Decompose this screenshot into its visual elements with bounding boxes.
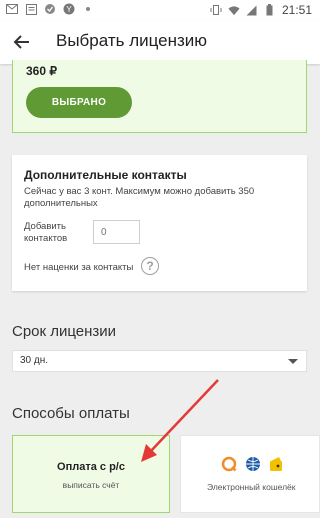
- mail-icon: [6, 3, 18, 15]
- term-select-value: 30 дн.: [20, 355, 49, 366]
- license-price: 360 ₽: [26, 64, 57, 78]
- yandex-icon: Y: [63, 3, 75, 15]
- app-icon: [44, 3, 56, 15]
- webmoney-icon: [245, 456, 261, 477]
- news-icon: [25, 3, 37, 15]
- term-heading: Срок лицензии: [12, 323, 117, 340]
- battery-icon: [264, 4, 276, 16]
- arrow-back-icon[interactable]: [10, 30, 34, 54]
- dot-icon: [82, 3, 94, 15]
- additional-contacts-card: Дополнительные контакты Сейчас у вас 3 к…: [12, 155, 307, 291]
- payment-method-bank[interactable]: Оплата с р/с выписать счёт: [12, 435, 170, 513]
- contacts-description: Сейчас у вас 3 конт. Максимум можно доба…: [24, 186, 255, 209]
- page-title: Выбрать лицензию: [56, 31, 208, 50]
- payment-method-subtitle: Электронный кошелёк: [207, 482, 296, 492]
- signal-icon: [246, 4, 258, 16]
- yandex-money-icon: [269, 456, 283, 477]
- svg-text:Y: Y: [66, 5, 72, 14]
- qiwi-icon: [221, 456, 237, 477]
- selected-button[interactable]: ВЫБРАНО: [26, 87, 132, 118]
- payment-method-wallet[interactable]: Электронный кошелёк: [180, 435, 320, 513]
- status-time: 21:51: [281, 3, 312, 17]
- contacts-heading: Дополнительные контакты: [24, 168, 187, 182]
- add-contacts-input[interactable]: [93, 220, 140, 244]
- add-contacts-label: Добавить контактов: [24, 221, 68, 244]
- payment-heading: Способы оплаты: [12, 405, 130, 422]
- wifi-icon: [228, 4, 240, 16]
- vibrate-icon: [210, 4, 222, 16]
- app-bar: Выбрать лицензию: [0, 20, 320, 64]
- chevron-down-icon: [288, 359, 298, 364]
- term-select[interactable]: 30 дн.: [12, 350, 307, 372]
- status-bar: Y 21:51: [0, 0, 320, 20]
- license-card-selected[interactable]: 360 ₽ ВЫБРАНО: [12, 60, 307, 133]
- payment-method-subtitle: выписать счёт: [62, 480, 120, 490]
- help-icon[interactable]: ?: [141, 257, 159, 275]
- no-markup-text: Нет наценки за контакты: [24, 262, 134, 273]
- payment-method-title: Оплата с р/с: [57, 461, 125, 473]
